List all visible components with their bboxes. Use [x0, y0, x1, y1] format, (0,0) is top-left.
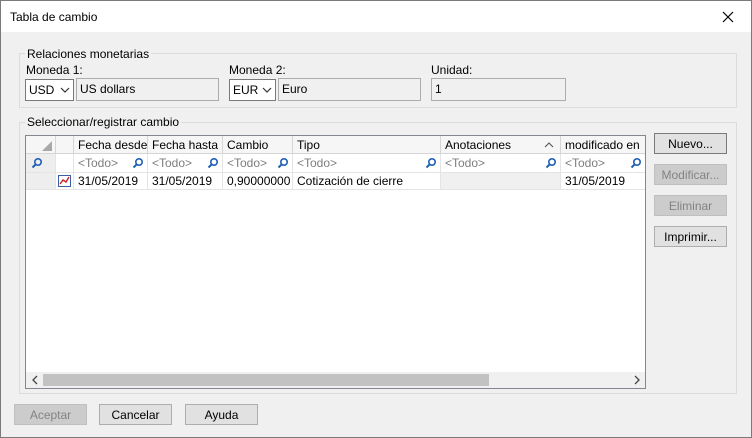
- currency1-name-text: US dollars: [80, 82, 136, 96]
- row-type-cell: [56, 173, 74, 189]
- accept-button-label: Aceptar: [29, 407, 72, 422]
- magnifier-icon[interactable]: [545, 157, 557, 169]
- column-header-modificado-en[interactable]: modificado en: [561, 136, 645, 154]
- currency2-name-text: Euro: [282, 82, 308, 96]
- filter-row-header: [26, 154, 56, 172]
- column-label: Anotaciones: [445, 138, 512, 152]
- filter-tipo[interactable]: <Todo>: [293, 154, 441, 172]
- delete-button-label: Eliminar: [668, 198, 713, 213]
- scroll-left-button[interactable]: [26, 372, 43, 388]
- filter-modificado-en[interactable]: <Todo>: [561, 154, 645, 172]
- accept-button[interactable]: Aceptar: [14, 404, 87, 425]
- modify-button-label: Modificar...: [661, 167, 720, 182]
- header-corner[interactable]: [26, 136, 56, 154]
- currency2-name: Euro: [278, 78, 421, 101]
- cell-modificado-en: 31/05/2019: [565, 174, 626, 188]
- currency2-code: EUR: [233, 83, 259, 97]
- currency2-select[interactable]: EUR: [229, 79, 276, 101]
- exchange-rate-dialog: Tabla de cambio Relaciones monetarias Mo…: [0, 0, 752, 438]
- window-title: Tabla de cambio: [10, 10, 98, 24]
- scrollbar-thumb[interactable]: [43, 374, 489, 386]
- currency2-label: Moneda 2:: [229, 63, 286, 77]
- currency1-code: USD: [29, 83, 55, 97]
- filter-placeholder: <Todo>: [227, 156, 268, 170]
- column-header-fecha-hasta[interactable]: Fecha hasta: [148, 136, 223, 154]
- help-button[interactable]: Ayuda: [185, 404, 258, 425]
- column-label: modificado en: [565, 138, 640, 152]
- cell-cambio: 0,90000000: [223, 173, 293, 189]
- currency-relations-legend: Relaciones monetarias: [25, 47, 152, 61]
- row-header[interactable]: [26, 173, 56, 189]
- chevron-right-icon: [634, 375, 640, 385]
- filter-placeholder: <Todo>: [565, 156, 606, 170]
- horizontal-scrollbar[interactable]: [26, 372, 645, 388]
- modify-button[interactable]: Modificar...: [654, 164, 727, 185]
- filter-cambio[interactable]: <Todo>: [223, 154, 293, 172]
- print-button-label: Imprimir...: [664, 229, 717, 244]
- column-label: Cambio: [227, 138, 269, 152]
- title-bar: Tabla de cambio: [1, 1, 751, 32]
- rate-selection-legend: Seleccionar/registrar cambio: [25, 115, 182, 129]
- magnifier-icon[interactable]: [425, 157, 437, 169]
- close-button[interactable]: [705, 1, 751, 32]
- column-label: Fecha hasta: [152, 138, 219, 152]
- chevron-down-icon: [60, 87, 70, 93]
- chevron-left-icon: [31, 375, 37, 385]
- column-header-fecha-desde[interactable]: Fecha desde: [74, 136, 148, 154]
- column-label: Tipo: [297, 138, 320, 152]
- rates-grid[interactable]: Fecha desde Fecha hasta Cambio Tipo Anot…: [25, 135, 646, 389]
- unit-value: 1: [431, 78, 566, 101]
- chevron-down-icon: [262, 87, 272, 93]
- unit-label: Unidad:: [431, 63, 473, 77]
- help-button-label: Ayuda: [204, 407, 239, 422]
- header-type-icon: [56, 136, 74, 154]
- currency1-select[interactable]: USD: [25, 79, 74, 101]
- filter-fecha-hasta[interactable]: <Todo>: [148, 154, 223, 172]
- cancel-button-label: Cancelar: [111, 407, 160, 422]
- magnifier-icon[interactable]: [277, 157, 289, 169]
- cell-anotaciones: [441, 173, 561, 189]
- filter-fecha-desde[interactable]: <Todo>: [74, 154, 148, 172]
- grid-header: Fecha desde Fecha hasta Cambio Tipo Anot…: [26, 136, 645, 154]
- filter-cell-type: [56, 154, 74, 172]
- column-header-anotaciones[interactable]: Anotaciones: [441, 136, 561, 154]
- cell-fecha-hasta: 31/05/2019: [148, 173, 223, 189]
- column-header-tipo[interactable]: Tipo: [293, 136, 441, 154]
- sort-ascending-icon: [544, 142, 554, 148]
- magnifier-icon: [31, 157, 43, 169]
- new-button[interactable]: Nuevo...: [654, 133, 727, 154]
- print-button[interactable]: Imprimir...: [654, 226, 727, 247]
- chart-line-icon: [58, 175, 71, 187]
- filter-placeholder: <Todo>: [297, 156, 338, 170]
- magnifier-icon[interactable]: [207, 157, 219, 169]
- filter-placeholder: <Todo>: [78, 156, 119, 170]
- cell-tipo: Cotización de cierre: [293, 173, 441, 189]
- filter-row: <Todo> <Todo> <Todo> <Todo> <Todo> <Todo…: [26, 154, 645, 173]
- close-icon: [722, 11, 734, 22]
- cell-fecha-desde: 31/05/2019: [74, 173, 148, 189]
- scroll-right-button[interactable]: [628, 372, 645, 388]
- corner-triangle-icon: [42, 141, 52, 151]
- filter-anotaciones[interactable]: <Todo>: [441, 154, 561, 172]
- magnifier-icon[interactable]: [630, 157, 642, 169]
- table-row[interactable]: 31/05/2019 31/05/2019 0,90000000 Cotizac…: [26, 173, 645, 190]
- currency1-name: US dollars: [76, 78, 219, 101]
- column-label: Fecha desde: [78, 138, 148, 152]
- magnifier-icon[interactable]: [132, 157, 144, 169]
- delete-button[interactable]: Eliminar: [654, 195, 727, 216]
- currency1-label: Moneda 1:: [26, 63, 83, 77]
- filter-placeholder: <Todo>: [152, 156, 193, 170]
- new-button-label: Nuevo...: [668, 136, 713, 151]
- unit-value-text: 1: [435, 82, 442, 96]
- filter-placeholder: <Todo>: [445, 156, 486, 170]
- column-header-cambio[interactable]: Cambio: [223, 136, 293, 154]
- cancel-button[interactable]: Cancelar: [99, 404, 172, 425]
